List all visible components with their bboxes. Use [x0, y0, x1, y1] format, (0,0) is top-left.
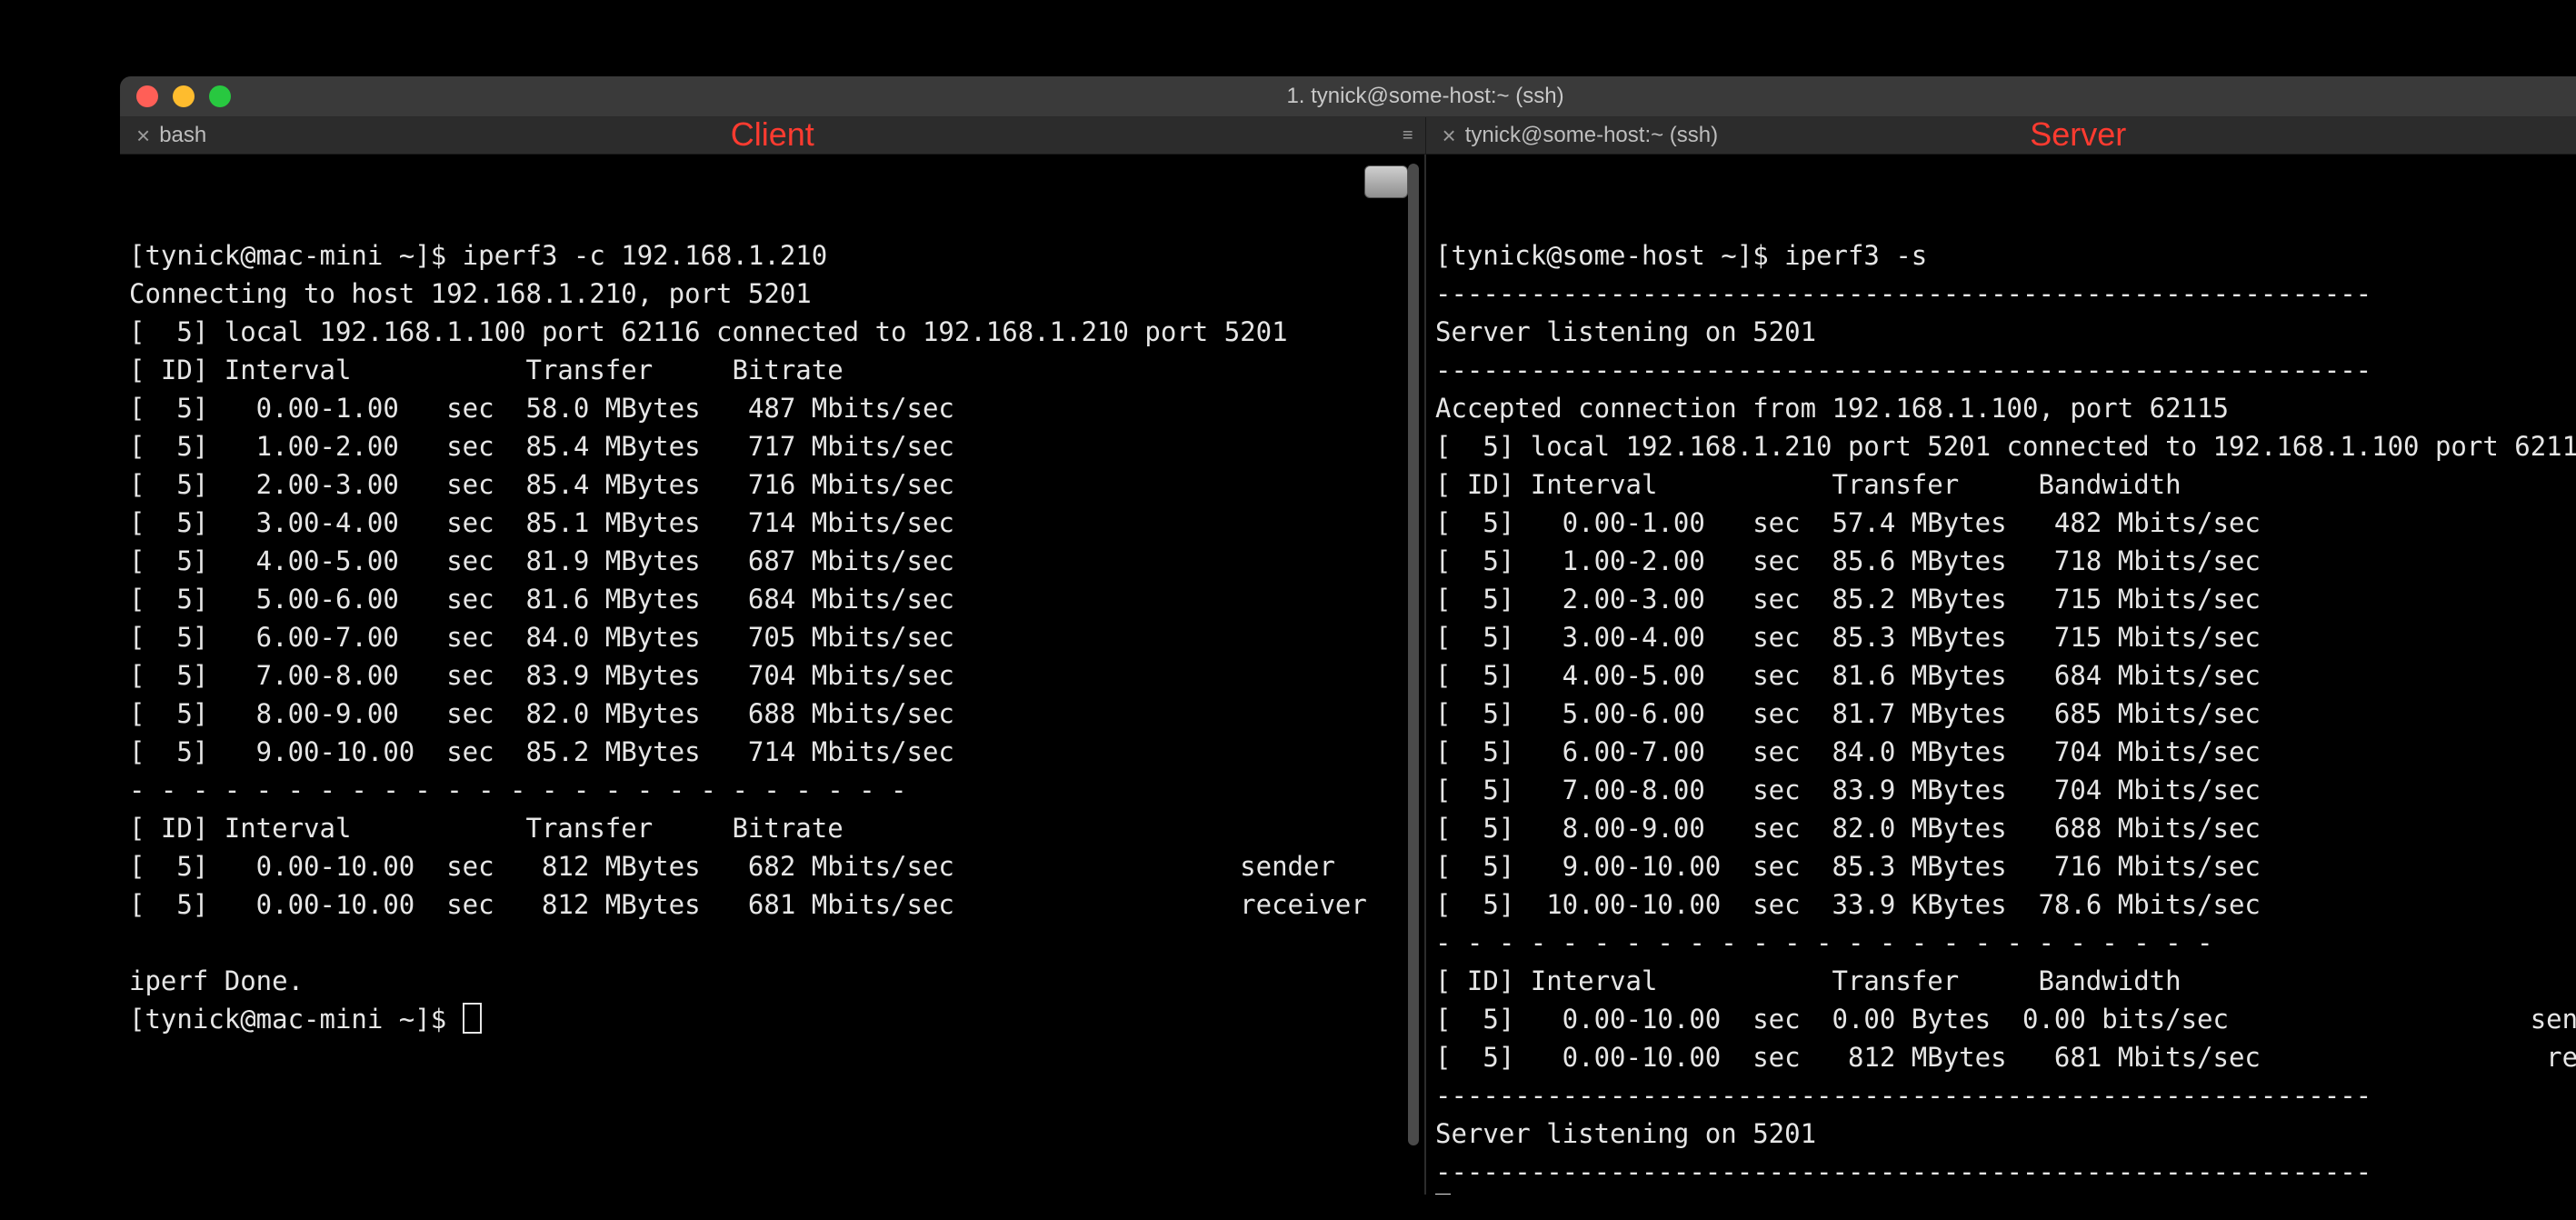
terminal-window: 1. tynick@some-host:~ (ssh) × bash Clien… — [120, 76, 2576, 1195]
table-row: [ 5] 4.00-5.00 sec 81.6 MBytes 684 Mbits… — [1435, 660, 2261, 691]
table-row: [ 5] 3.00-4.00 sec 85.3 MBytes 715 Mbits… — [1435, 622, 2261, 653]
prompt: [tynick@mac-mini ~]$ — [129, 1004, 463, 1035]
cursor-icon — [463, 1003, 482, 1034]
table-header: [ ID] Interval Transfer Bitrate — [129, 355, 844, 385]
table-row: [ 5] 6.00-7.00 sec 84.0 MBytes 704 Mbits… — [1435, 736, 2261, 767]
hamburger-icon[interactable]: ≡ — [1403, 125, 1413, 146]
scrollbar[interactable] — [1408, 164, 1419, 1145]
separator: ----------------------------------------… — [1435, 1156, 2371, 1187]
split-panes: [tynick@mac-mini ~]$ iperf3 -c 192.168.1… — [120, 155, 2576, 1195]
table-row: [ 5] 10.00-10.00 sec 33.9 KBytes 78.6 Mb… — [1435, 889, 2261, 920]
titlebar[interactable]: 1. tynick@some-host:~ (ssh) — [120, 76, 2576, 117]
zoom-window-button[interactable] — [209, 85, 231, 107]
close-tab-icon[interactable]: × — [1437, 124, 1465, 147]
separator: - - - - - - - - - - - - - - - - - - - - … — [129, 775, 907, 805]
table-row: [ 5] 8.00-9.00 sec 82.0 MBytes 688 Mbits… — [129, 698, 954, 729]
output-line: Connecting to host 192.168.1.210, port 5… — [129, 278, 812, 309]
output-line: Accepted connection from 192.168.1.100, … — [1435, 393, 2229, 424]
summary-row: [ 5] 0.00-10.00 sec 812 MBytes 682 Mbits… — [129, 851, 1335, 882]
table-header: [ ID] Interval Transfer Bandwidth — [1435, 469, 2182, 500]
server-pane[interactable]: [tynick@some-host ~]$ iperf3 -s --------… — [1424, 155, 2576, 1195]
tab-bar: × bash Client ≡ × tynick@some-host:~ (ss… — [120, 117, 2576, 155]
table-row: [ 5] 7.00-8.00 sec 83.9 MBytes 704 Mbits… — [129, 660, 954, 691]
server-annotation: Server — [2030, 115, 2126, 154]
separator: ----------------------------------------… — [1435, 355, 2371, 385]
output-line: Server listening on 5201 — [1435, 316, 1816, 347]
command: iperf3 -c 192.168.1.210 — [463, 240, 828, 271]
window-title: 1. tynick@some-host:~ (ssh) — [120, 84, 2576, 109]
prompt: [tynick@some-host ~]$ — [1435, 240, 1784, 271]
cursor-icon — [1435, 1194, 1451, 1195]
table-row: [ 5] 0.00-1.00 sec 57.4 MBytes 482 Mbits… — [1435, 507, 2261, 538]
table-row: [ 5] 0.00-1.00 sec 58.0 MBytes 487 Mbits… — [129, 393, 954, 424]
table-row: [ 5] 1.00-2.00 sec 85.6 MBytes 718 Mbits… — [1435, 545, 2261, 576]
table-row: [ 5] 2.00-3.00 sec 85.4 MBytes 716 Mbits… — [129, 469, 954, 500]
output-line: [ 5] local 192.168.1.210 port 5201 conne… — [1435, 431, 2576, 462]
table-row: [ 5] 2.00-3.00 sec 85.2 MBytes 715 Mbits… — [1435, 584, 2261, 615]
traffic-lights — [120, 85, 231, 107]
summary-row: [ 5] 0.00-10.00 sec 812 MBytes 681 Mbits… — [1435, 1042, 2576, 1073]
table-row: [ 5] 4.00-5.00 sec 81.9 MBytes 687 Mbits… — [129, 545, 954, 576]
table-row: [ 5] 5.00-6.00 sec 81.6 MBytes 684 Mbits… — [129, 584, 954, 615]
client-pane[interactable]: [tynick@mac-mini ~]$ iperf3 -c 192.168.1… — [120, 155, 1424, 1195]
tab-label: bash — [159, 123, 206, 148]
command: iperf3 -s — [1784, 240, 1927, 271]
minimize-window-button[interactable] — [173, 85, 195, 107]
separator: - - - - - - - - - - - - - - - - - - - - … — [1435, 927, 2213, 958]
output-line: Server listening on 5201 — [1435, 1118, 1816, 1149]
close-window-button[interactable] — [136, 85, 158, 107]
tab-label: tynick@some-host:~ (ssh) — [1465, 123, 1718, 148]
client-annotation: Client — [731, 115, 814, 154]
output-line: [ 5] local 192.168.1.100 port 62116 conn… — [129, 316, 1288, 347]
table-header: [ ID] Interval Transfer Bandwidth — [1435, 965, 2182, 996]
table-row: [ 5] 5.00-6.00 sec 81.7 MBytes 685 Mbits… — [1435, 698, 2261, 729]
separator: ----------------------------------------… — [1435, 278, 2371, 309]
table-row: [ 5] 8.00-9.00 sec 82.0 MBytes 688 Mbits… — [1435, 813, 2261, 844]
separator: ----------------------------------------… — [1435, 1080, 2371, 1111]
table-row: [ 5] 7.00-8.00 sec 83.9 MBytes 704 Mbits… — [1435, 775, 2261, 805]
output-line: iperf Done. — [129, 965, 304, 996]
table-row: [ 5] 9.00-10.00 sec 85.2 MBytes 714 Mbit… — [129, 736, 954, 767]
summary-row: [ 5] 0.00-10.00 sec 0.00 Bytes 0.00 bits… — [1435, 1004, 2576, 1035]
table-header: [ ID] Interval Transfer Bitrate — [129, 813, 844, 844]
table-row: [ 5] 9.00-10.00 sec 85.3 MBytes 716 Mbit… — [1435, 851, 2261, 882]
tab-client[interactable]: × bash Client ≡ — [120, 117, 1425, 154]
document-icon[interactable] — [1364, 165, 1408, 198]
tab-server[interactable]: × tynick@some-host:~ (ssh) Server ≡ — [1425, 117, 2576, 154]
table-row: [ 5] 6.00-7.00 sec 84.0 MBytes 705 Mbits… — [129, 622, 954, 653]
close-tab-icon[interactable]: × — [131, 124, 159, 147]
summary-row: [ 5] 0.00-10.00 sec 812 MBytes 681 Mbits… — [129, 889, 1367, 920]
table-row: [ 5] 1.00-2.00 sec 85.4 MBytes 717 Mbits… — [129, 431, 954, 462]
table-row: [ 5] 3.00-4.00 sec 85.1 MBytes 714 Mbits… — [129, 507, 954, 538]
prompt: [tynick@mac-mini ~]$ — [129, 240, 463, 271]
